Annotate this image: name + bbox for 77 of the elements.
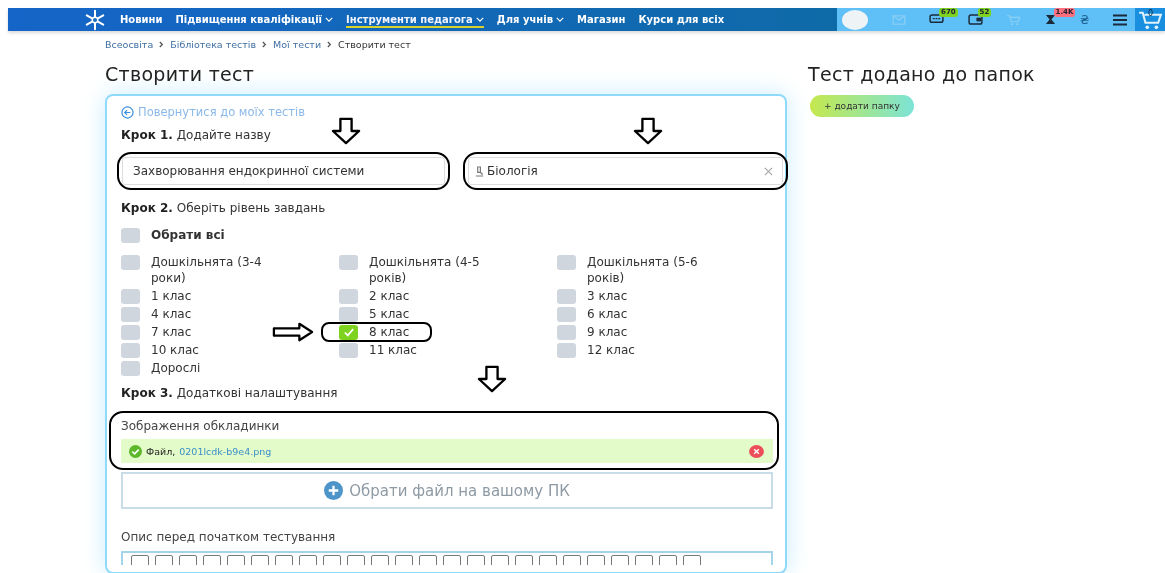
level-label: 11 клас — [369, 342, 417, 358]
subject-select[interactable]: Біологія — [468, 157, 783, 185]
level-label: 6 клас — [587, 306, 628, 322]
select-all-label: Обрати всі — [151, 227, 225, 243]
checkbox[interactable] — [121, 228, 140, 243]
checkbox[interactable] — [557, 289, 576, 304]
level-label: 2 клас — [369, 288, 410, 304]
breadcrumb-link[interactable]: Створити тест — [338, 39, 411, 50]
step-heading: Крок 2. Оберіть рівень завдань — [121, 201, 327, 215]
subject-value: Біологія — [487, 164, 539, 178]
step-heading: Крок 3. Додаткові налаштування — [121, 386, 339, 400]
level-label: Дошкільнята (4-5 років) — [369, 254, 481, 286]
breadcrumb-link[interactable]: Бібліотека тестів — [170, 39, 257, 50]
nav-menu-item[interactable]: Інструменти педагога — [346, 11, 484, 28]
level-label: Дошкільнята (3-4 роки) — [151, 254, 263, 286]
level-label: Дошкільнята (5-6 років) — [587, 254, 699, 286]
chat-icon[interactable] — [929, 14, 945, 25]
menu-icon[interactable] — [1112, 13, 1127, 26]
cover-image-label: Зображення обкладинки — [121, 419, 281, 433]
nav-menu-item[interactable]: Для учнів — [496, 11, 564, 28]
checkbox[interactable] — [121, 361, 140, 376]
folders-title: Тест додано до папок — [808, 63, 1035, 85]
level-label: 7 клас — [151, 324, 192, 340]
breadcrumb-link[interactable]: Всеосвіта — [105, 39, 154, 50]
clear-icon[interactable] — [764, 166, 773, 176]
wallet-icon[interactable] — [967, 14, 983, 25]
chevron-down-icon[interactable] — [475, 17, 484, 22]
level-label: 9 клас — [587, 324, 628, 340]
chevron-down-icon[interactable] — [556, 17, 564, 22]
description-label: Опис перед початком тестування — [121, 530, 337, 544]
right-arrow-icon — [271, 322, 315, 342]
level-label: 1 клас — [151, 288, 192, 304]
checkbox[interactable] — [339, 325, 358, 340]
page-title: Створити тест — [105, 63, 256, 85]
file-link[interactable]: 0201lcdk-b9e4.png — [179, 445, 745, 457]
chevron-down-icon[interactable] — [325, 17, 334, 22]
checkbox[interactable] — [339, 343, 358, 358]
add-folder-button[interactable]: + додати папку — [810, 95, 914, 117]
level-label: 3 клас — [587, 288, 628, 304]
breadcrumb-link[interactable]: Мої тести — [273, 39, 322, 50]
check-circle-icon — [129, 444, 142, 458]
nav-menu-item[interactable]: Магазин — [577, 11, 626, 28]
nav-menu-item[interactable]: Новини — [120, 11, 163, 28]
currency-symbol[interactable]: ₴ — [1080, 12, 1090, 27]
chevron-right-icon — [262, 41, 268, 48]
checkbox[interactable] — [339, 307, 358, 322]
plus-circle-icon — [324, 481, 344, 500]
test-name-field[interactable]: Захворювання ендокринної системи — [122, 157, 445, 185]
level-label: 4 клас — [151, 306, 192, 322]
level-label: 5 клас — [369, 306, 410, 322]
level-label: 8 клас — [369, 324, 410, 340]
chevron-right-icon — [327, 41, 333, 48]
nav-menu-item[interactable]: Курси для всіх — [638, 11, 725, 28]
checkbox[interactable] — [339, 289, 358, 304]
checkbox[interactable] — [121, 325, 140, 340]
checkbox[interactable] — [339, 255, 358, 270]
nav-menu-item[interactable]: Підвищення кваліфікації — [175, 11, 334, 28]
microscope-icon — [475, 165, 484, 177]
checkbox[interactable] — [557, 255, 576, 270]
choose-file-button[interactable]: Обрати файл на вашому ПК — [121, 472, 773, 509]
snowflake-logo-icon[interactable] — [84, 8, 106, 31]
checkbox[interactable] — [557, 307, 576, 322]
level-label: 12 клас — [587, 342, 635, 358]
checkbox[interactable] — [121, 255, 140, 270]
checkbox[interactable] — [557, 325, 576, 340]
step-heading: Крок 1. Додайте назву — [121, 128, 272, 142]
checkbox[interactable] — [121, 289, 140, 304]
remove-icon[interactable] — [749, 444, 764, 458]
level-label: Дорослі — [151, 360, 201, 376]
file-label: Файл, — [146, 445, 176, 457]
level-label: 10 клас — [151, 342, 199, 358]
cart-button[interactable]: 0 — [1135, 8, 1165, 31]
checkbox[interactable] — [557, 343, 576, 358]
checkbox[interactable] — [121, 307, 140, 322]
chevron-right-icon — [159, 41, 165, 48]
checkbox[interactable] — [121, 343, 140, 358]
checkmark-icon — [343, 328, 354, 337]
